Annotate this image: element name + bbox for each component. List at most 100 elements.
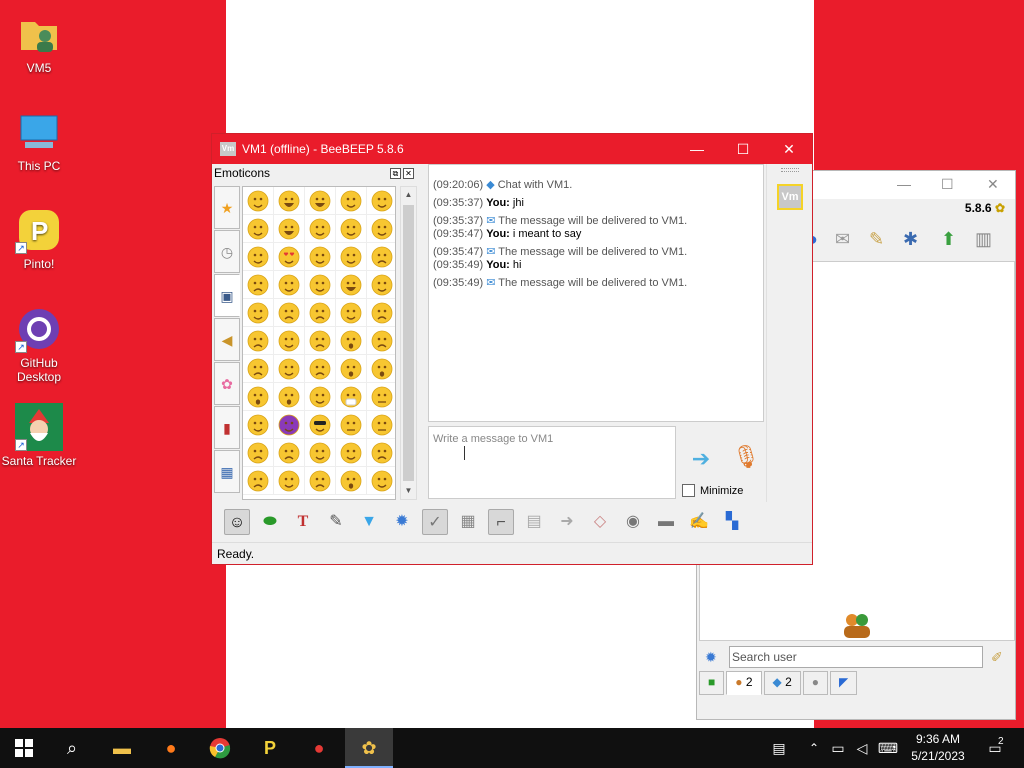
emoticon-cool-icon[interactable] bbox=[305, 411, 336, 439]
emoticon-sad-icon[interactable] bbox=[243, 439, 274, 467]
emoticon-grin-icon[interactable] bbox=[274, 187, 305, 215]
emoticon-smile-icon[interactable] bbox=[336, 187, 367, 215]
tab-groups[interactable]: ● bbox=[802, 671, 829, 695]
emoticon-cry-icon[interactable] bbox=[367, 327, 395, 355]
emoticon-fear-icon[interactable] bbox=[336, 355, 367, 383]
emoticon-frown-icon[interactable] bbox=[274, 439, 305, 467]
emoticon-angry-icon[interactable] bbox=[274, 467, 305, 495]
emoticon-sad-icon[interactable] bbox=[243, 467, 274, 495]
start-button[interactable] bbox=[0, 728, 48, 768]
emoticon-sweat-icon[interactable] bbox=[243, 215, 274, 243]
emoticon-smile-icon[interactable] bbox=[243, 187, 274, 215]
emoticon-dizzy-icon[interactable] bbox=[305, 383, 336, 411]
emoticon-smirk-icon[interactable] bbox=[305, 243, 336, 271]
emoticon-tongue-icon[interactable] bbox=[367, 271, 395, 299]
checkbox-box[interactable] bbox=[682, 484, 695, 497]
emoticon-cry-icon[interactable] bbox=[367, 299, 395, 327]
tools-icon[interactable]: ✱ bbox=[903, 229, 918, 250]
show-hidden-icons[interactable]: ⌃ bbox=[806, 728, 822, 768]
emoticon-smile-icon[interactable] bbox=[305, 215, 336, 243]
file-button[interactable]: ▤ bbox=[521, 509, 547, 535]
beebeep-taskbar-button[interactable]: ✿ bbox=[345, 728, 393, 768]
emoticon-halo-icon[interactable] bbox=[243, 411, 274, 439]
settings-gear-icon[interactable]: ✹ bbox=[705, 649, 717, 666]
emoticon-frown-icon[interactable] bbox=[305, 299, 336, 327]
emoticons-toggle-button[interactable]: ☺ bbox=[224, 509, 250, 535]
emoticon-sad-icon[interactable] bbox=[367, 243, 395, 271]
emoticon-neutral-icon[interactable] bbox=[336, 411, 367, 439]
search-user-input[interactable]: Search user bbox=[729, 646, 983, 668]
emoticon-smile-icon[interactable] bbox=[336, 243, 367, 271]
firefox-button[interactable]: ● bbox=[147, 728, 195, 768]
emoticon-frown-icon[interactable] bbox=[305, 327, 336, 355]
tab-favorites[interactable]: ★ bbox=[214, 186, 240, 229]
tab-places[interactable]: ▮ bbox=[214, 406, 240, 449]
emoticon-smile-icon[interactable] bbox=[367, 187, 395, 215]
update-icon[interactable]: ⬆ bbox=[941, 229, 956, 250]
emoticon-smile-icon[interactable] bbox=[336, 215, 367, 243]
emoticon-angry-icon[interactable] bbox=[367, 467, 395, 495]
close-icon[interactable]: ✕ bbox=[987, 176, 999, 193]
minimize-button[interactable]: — bbox=[674, 134, 720, 164]
forward-button[interactable]: ➜ bbox=[554, 509, 580, 535]
emoticon-shock-icon[interactable] bbox=[274, 383, 305, 411]
chrome-button[interactable] bbox=[196, 728, 244, 768]
keyboard-icon[interactable]: ⌨ bbox=[876, 728, 900, 768]
search-button[interactable]: ⌕ bbox=[48, 728, 96, 768]
minimize-checkbox[interactable]: Minimize bbox=[682, 484, 743, 497]
emoticon-grin-icon[interactable] bbox=[274, 215, 305, 243]
emoticon-hearts-icon[interactable] bbox=[274, 243, 305, 271]
emoticon-tongue-icon[interactable] bbox=[336, 439, 367, 467]
tab-network[interactable]: ■ bbox=[699, 671, 725, 695]
desktop-icon-vm5[interactable]: VM5 bbox=[0, 10, 78, 75]
font-button[interactable]: T bbox=[290, 509, 316, 535]
emoticon-kiss-icon[interactable] bbox=[305, 271, 336, 299]
trash-icon[interactable]: ▥ bbox=[975, 229, 992, 250]
notes-button[interactable]: ✍ bbox=[686, 509, 712, 535]
minimize-icon[interactable]: — bbox=[897, 176, 911, 192]
tab-symbols[interactable]: ▦ bbox=[214, 450, 240, 493]
save-chat-button[interactable]: ▬ bbox=[653, 509, 679, 535]
html-button[interactable]: ◇ bbox=[587, 509, 613, 535]
desktop-icon-this-pc[interactable]: This PC bbox=[0, 108, 78, 173]
tab-chats[interactable]: ◆ 2 bbox=[763, 671, 801, 695]
message-input[interactable]: Write a message to VM1 bbox=[428, 426, 676, 499]
tab-share[interactable]: ◤ bbox=[830, 671, 858, 695]
screenshot-button[interactable]: ◉ bbox=[620, 509, 646, 535]
splitter-handle[interactable] bbox=[781, 168, 799, 172]
scroll-up-icon[interactable]: ▲ bbox=[401, 187, 416, 203]
emoticon-grin-icon[interactable] bbox=[336, 271, 367, 299]
desktop-icon-santa-tracker[interactable]: ↗ Santa Tracker bbox=[0, 403, 78, 468]
desktop-icon-github-desktop[interactable]: ↗ GitHub Desktop bbox=[0, 305, 78, 384]
edit-icon[interactable]: ✎ bbox=[869, 229, 884, 250]
close-button[interactable]: ✕ bbox=[766, 134, 812, 164]
close-panel-icon[interactable]: ✕ bbox=[403, 168, 414, 179]
clock[interactable]: 9:36 AM 5/21/2023 bbox=[902, 731, 974, 765]
emoticon-angry-icon[interactable] bbox=[336, 299, 367, 327]
emoticon-joy-icon[interactable] bbox=[305, 187, 336, 215]
keyboard-layout-icon[interactable]: ▤ bbox=[764, 728, 794, 768]
tab-users[interactable]: ● 2 bbox=[726, 671, 762, 695]
emoticon-angry-icon[interactable] bbox=[274, 327, 305, 355]
emoticon-devil-icon[interactable] bbox=[274, 411, 305, 439]
emoticon-mask-icon[interactable] bbox=[336, 383, 367, 411]
chat-history[interactable]: (09:20:06) ◆ Chat with VM1. (09:35:37) Yo… bbox=[428, 164, 764, 422]
tab-recent[interactable]: ◷ bbox=[214, 230, 240, 273]
emoticon-sad-icon[interactable] bbox=[305, 467, 336, 495]
tab-smileys[interactable]: ▣ bbox=[214, 274, 240, 317]
group-button[interactable]: ⬬ bbox=[257, 509, 283, 535]
send-button[interactable]: ➔ bbox=[684, 446, 718, 476]
mail-icon[interactable]: ✉ bbox=[835, 229, 850, 250]
compact-view-button[interactable]: ⌐ bbox=[488, 509, 514, 535]
notifications-button[interactable]: ▭ 2 bbox=[980, 728, 1010, 768]
emoticon-cry-icon[interactable] bbox=[305, 355, 336, 383]
emoticon-angry-icon[interactable] bbox=[274, 271, 305, 299]
color-button[interactable]: ✎ bbox=[323, 509, 349, 535]
maximize-icon[interactable]: ☐ bbox=[941, 176, 954, 193]
emoticons-scrollbar[interactable]: ▲ ▼ bbox=[400, 186, 417, 500]
emoticon-smile-icon[interactable] bbox=[305, 439, 336, 467]
emoticon-sad-icon[interactable] bbox=[243, 355, 274, 383]
emoticon-neutral-icon[interactable] bbox=[367, 383, 395, 411]
emoticon-fear-icon[interactable] bbox=[336, 327, 367, 355]
settings-button[interactable]: ✹ bbox=[389, 509, 415, 535]
